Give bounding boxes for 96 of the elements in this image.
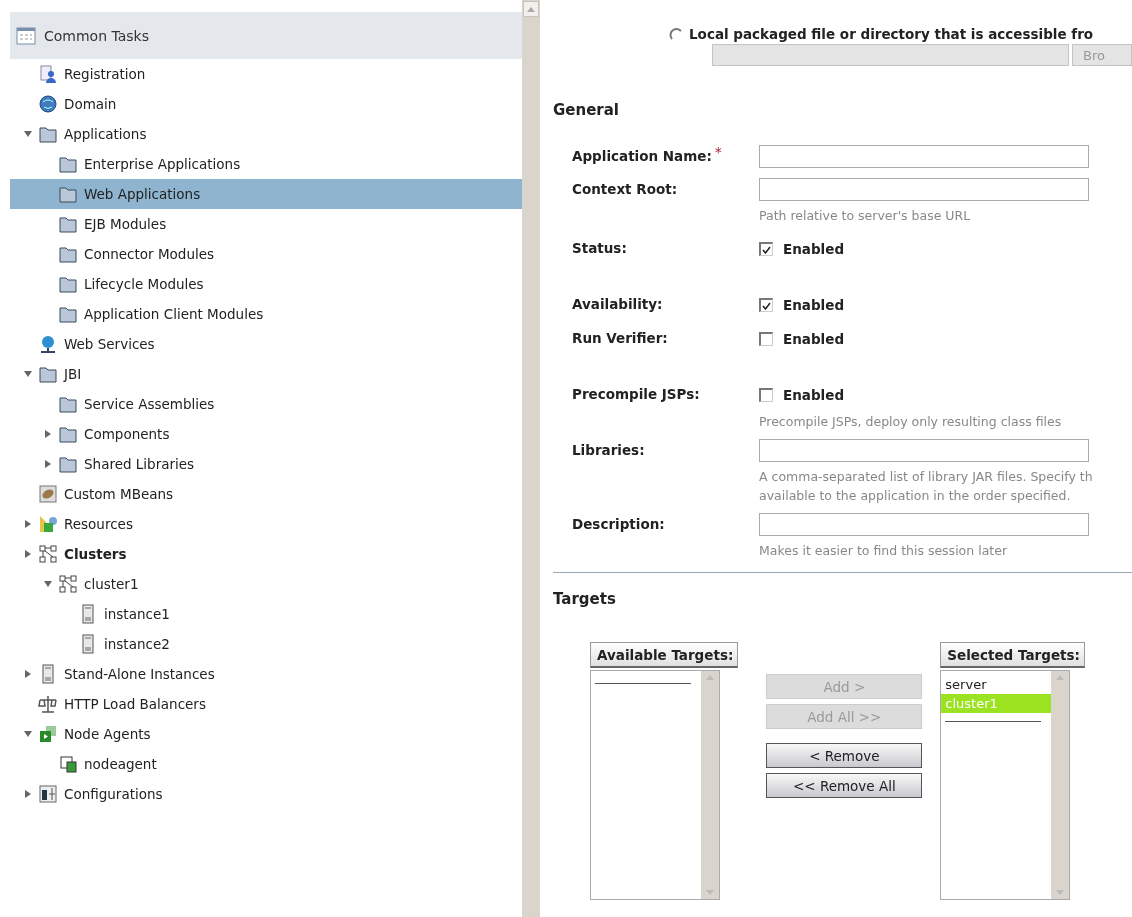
expanded-arrow-icon[interactable] [24,370,32,378]
radio-button[interactable] [669,27,683,41]
tree-header-title: Common Tasks [44,27,149,44]
globe-icon [38,94,58,114]
section-title: General [553,101,620,119]
globe-icon [38,334,58,354]
text-field[interactable] [759,513,1089,536]
tree-item[interactable]: JBI [10,359,522,389]
resources-icon [38,514,58,534]
tree-item[interactable]: Custom MBeans [10,479,522,509]
help-text: Path relative to server's base URL [759,207,972,225]
tree-item[interactable]: nodeagent [10,749,522,779]
target-list[interactable]: server cluster1 [940,670,1071,900]
tree-item[interactable]: Service Assemblies [10,389,522,419]
expanded-arrow-icon[interactable] [24,130,32,138]
text-field[interactable] [759,178,1089,201]
collapsed-arrow-icon[interactable] [24,790,32,798]
text-field[interactable] [759,439,1089,462]
field-label: Application Name: [572,147,712,164]
field-label: Availability: [572,295,663,312]
transfer-button[interactable]: << Remove All [766,773,923,798]
folder-icon [58,304,78,324]
checkbox-label: Enabled [783,297,845,313]
help-text: Makes it easier to find this session later [759,542,1009,560]
collapsed-arrow-icon[interactable] [24,670,32,678]
scale-icon [38,694,58,714]
checkbox-label: Enabled [783,241,845,257]
radio-label: Local packaged file or directory that is accessible fro [689,26,1094,42]
folder-icon [58,394,78,414]
field-label: Precompile JSPs: [572,385,700,402]
field-label: Libraries: [572,441,645,458]
bean-icon [38,484,58,504]
checkbox-label: Enabled [783,387,845,403]
help-text: Precompile JSPs, deploy only resulting class files [759,413,1063,431]
tree-item[interactable]: Clusters [10,539,522,569]
calendar-icon [16,25,36,46]
tree-item[interactable]: instance2 [10,629,522,659]
tree-item[interactable]: Domain [10,89,522,119]
field-label: Run Verifier: [572,329,668,346]
tree-item[interactable]: Node Agents [10,719,522,749]
folder-icon [38,364,58,384]
tree-item[interactable]: Stand-Alone Instances [10,659,522,689]
checkbox[interactable] [759,298,773,312]
folder-icon [58,454,78,474]
cluster-icon [58,574,78,594]
tree-item[interactable]: Configurations [10,779,522,809]
checkbox[interactable] [759,388,773,402]
field-label: Description: [572,515,665,532]
required-mark: * [714,145,722,159]
tree-item[interactable]: Registration [10,59,522,89]
tree-item[interactable]: EJB Modules [10,209,522,239]
person-icon [38,64,58,84]
tree-item[interactable]: Resources [10,509,522,539]
field-label: Context Root: [572,180,678,197]
tree-item[interactable]: Applications [10,119,522,149]
node-agent-icon [38,724,58,744]
checkbox[interactable] [759,332,773,346]
help-text: available to the application in the order specified. [759,487,1072,505]
help-text: A comma-separated list of library JAR files. Specify th [759,468,1094,486]
tree-item[interactable]: cluster1 [10,569,522,599]
expanded-arrow-icon[interactable] [44,580,52,588]
checkbox[interactable] [759,242,773,256]
tree-item[interactable]: Web Applications [10,179,522,209]
collapsed-arrow-icon[interactable] [44,430,52,438]
node-agent-icon [58,754,78,774]
cluster-icon [38,544,58,564]
tree-item[interactable]: instance1 [10,599,522,629]
collapsed-arrow-icon[interactable] [24,520,32,528]
tree-item[interactable]: Application Client Modules [10,299,522,329]
tree-item[interactable]: Connector Modules [10,239,522,269]
tree-item[interactable]: Components [10,419,522,449]
section-title: Targets [553,590,617,608]
expanded-arrow-icon[interactable] [24,730,32,738]
list-header: Available Targets: [590,642,739,668]
folder-icon [58,184,78,204]
folder-icon [58,244,78,264]
checkbox-label: Enabled [783,331,845,347]
list-header: Selected Targets: [940,642,1085,668]
transfer-button[interactable]: < Remove [766,743,923,768]
tree-item[interactable]: HTTP Load Balancers [10,689,522,719]
list-item[interactable]: server [941,675,1052,694]
text-field[interactable] [759,145,1089,168]
folder-icon [38,124,58,144]
folder-icon [58,424,78,444]
collapsed-arrow-icon[interactable] [44,460,52,468]
tree-item[interactable]: Lifecycle Modules [10,269,522,299]
folder-icon [58,154,78,174]
field-label: Status: [572,239,627,256]
folder-icon [58,214,78,234]
collapsed-arrow-icon[interactable] [24,550,32,558]
folder-icon [58,274,78,294]
configuration-icon [38,784,58,804]
tree-item[interactable]: Web Services [10,329,522,359]
scrollbar[interactable] [522,0,540,917]
tree-item[interactable]: Enterprise Applications [10,149,522,179]
tree-item[interactable]: Shared Libraries [10,449,522,479]
